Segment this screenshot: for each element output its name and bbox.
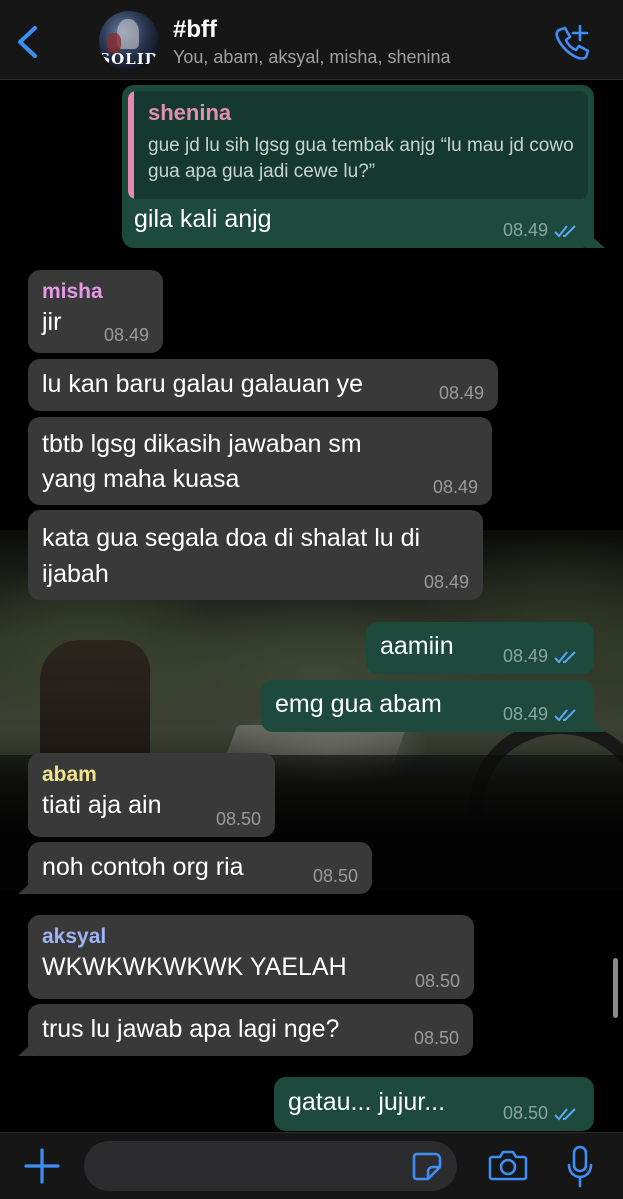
read-ticks-icon [554,225,576,238]
message-bubble-outgoing[interactable]: shenina gue jd lu sih lgsg gua tembak an… [122,85,594,248]
message-input[interactable] [84,1141,457,1191]
plus-icon[interactable] [22,1146,62,1186]
phone-plus-icon[interactable] [550,22,592,62]
message-bubble-incoming[interactable]: kata gua segala doa di shalat lu di ijab… [28,510,483,600]
message-bubble-incoming[interactable]: aksyal WKWKWKWKWK YAELAH 08.50 [28,915,474,999]
message-bubble-incoming[interactable]: abam tiati aja ain 08.50 [28,753,275,837]
sender-name: abam [42,763,97,786]
sticker-icon[interactable] [412,1151,444,1181]
message-time: 08.50 [502,1103,548,1123]
chevron-left-icon[interactable] [10,22,46,62]
message-bubble-outgoing[interactable]: emg gua abam 08.49 [261,680,594,732]
message-text: aamiin [380,632,454,660]
message-text: lu kan baru galau galauan ye [42,370,364,398]
message-text: noh contoh org ria [42,853,244,881]
message-bubble-incoming[interactable]: misha jir 08.49 [28,270,163,353]
composer-bar [0,1132,623,1199]
quoted-message[interactable]: shenina gue jd lu sih lgsg gua tembak an… [128,91,588,199]
message-text: trus lu jawab apa lagi nge? [42,1015,340,1043]
sender-name: aksyal [42,925,107,948]
message-time: 08.49 [103,325,149,345]
message-text: tbtb lgsg dikasih jawaban sm yang maha k… [42,430,362,493]
quote-text: gue jd lu sih lgsg gua tembak anjg “lu m… [148,135,574,182]
group-participants[interactable]: You, abam, aksyal, misha, shenina [173,47,451,68]
message-bubble-incoming[interactable]: lu kan baru galau galauan ye 08.49 [28,359,498,411]
message-bubble-outgoing[interactable]: aamiin 08.49 [366,622,594,674]
message-time: 08.49 [502,704,548,724]
message-time: 08.50 [215,809,261,829]
message-time: 08.49 [438,383,484,403]
message-bubble-incoming[interactable]: trus lu jawab apa lagi nge? 08.50 [28,1004,473,1056]
read-ticks-icon [554,1108,576,1121]
read-ticks-icon [554,651,576,664]
group-avatar[interactable]: SOLID [99,11,159,71]
message-time: 08.49 [502,646,548,666]
message-time: 08.50 [413,1028,459,1048]
quote-bar [128,91,134,199]
message-bubble-incoming[interactable]: noh contoh org ria 08.50 [28,842,372,894]
message-time: 08.50 [414,971,460,991]
message-text: WKWKWKWKWK YAELAH [42,953,347,981]
message-list[interactable]: shenina gue jd lu sih lgsg gua tembak an… [0,80,623,1132]
message-time: 08.49 [502,220,548,240]
chat-header: SOLID #bff You, abam, aksyal, misha, she… [0,0,623,80]
message-time: 08.49 [423,572,469,592]
group-title[interactable]: #bff [173,16,217,44]
message-time: 08.49 [432,477,478,497]
scrollbar-thumb[interactable] [613,958,618,1018]
camera-icon[interactable] [488,1147,528,1183]
message-bubble-outgoing[interactable]: gatau... jujur... 08.50 [274,1077,594,1131]
read-ticks-icon [554,709,576,722]
message-time: 08.50 [312,866,358,886]
quote-sender: shenina [148,100,232,125]
sender-name: misha [42,280,103,303]
avatar-logo-text: SOLID [99,50,159,68]
message-bubble-incoming[interactable]: tbtb lgsg dikasih jawaban sm yang maha k… [28,417,492,505]
message-text: kata gua segala doa di shalat lu di ijab… [42,524,421,588]
microphone-icon[interactable] [566,1145,594,1189]
message-text: gila kali anjg [134,205,272,233]
